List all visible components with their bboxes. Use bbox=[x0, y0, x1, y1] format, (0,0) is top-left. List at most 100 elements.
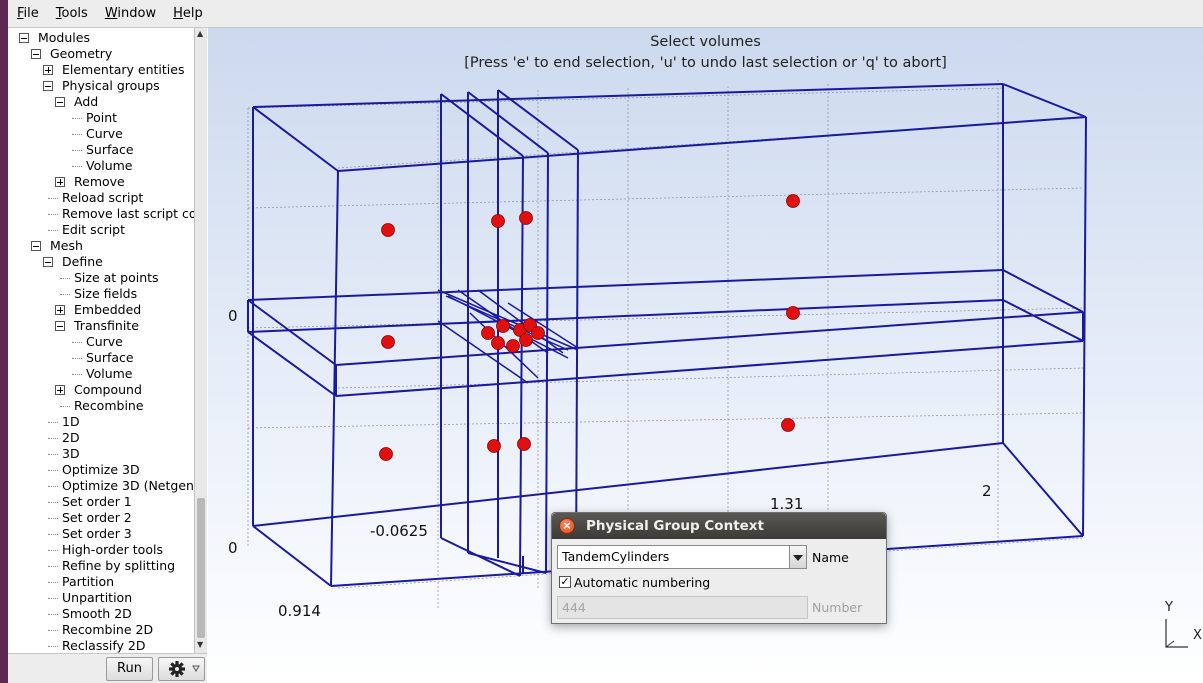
scroll-thumb[interactable] bbox=[197, 498, 205, 638]
collapse-icon[interactable] bbox=[31, 49, 41, 59]
tree-item-set-order-3[interactable]: Set order 3 bbox=[8, 526, 194, 542]
geometry-point[interactable] bbox=[519, 211, 533, 225]
tree-item-reclassify-2d[interactable]: Reclassify 2D bbox=[8, 638, 194, 653]
tree-item-surface[interactable]: Surface bbox=[8, 142, 194, 158]
geometry-point[interactable] bbox=[379, 447, 393, 461]
collapse-icon[interactable] bbox=[31, 241, 41, 251]
tree-item-physical-groups[interactable]: Physical groups bbox=[8, 78, 194, 94]
axis-label-x-mid: 1.31 bbox=[770, 495, 804, 513]
tree-item-embedded[interactable]: Embedded bbox=[8, 302, 194, 318]
expand-icon[interactable] bbox=[55, 305, 65, 315]
collapse-icon[interactable] bbox=[43, 81, 53, 91]
geometry-point[interactable] bbox=[481, 326, 495, 340]
tree-item-reload-script[interactable]: Reload script bbox=[8, 190, 194, 206]
tree-item-set-order-1[interactable]: Set order 1 bbox=[8, 494, 194, 510]
tree-item-smooth-2d[interactable]: Smooth 2D bbox=[8, 606, 194, 622]
tree-item-mesh[interactable]: Mesh bbox=[8, 238, 194, 254]
tree-item-edit-script[interactable]: Edit script bbox=[8, 222, 194, 238]
axis-label-z0: 0 bbox=[228, 307, 238, 325]
axes-indicator-icon bbox=[1165, 619, 1188, 648]
geometry-point[interactable] bbox=[487, 439, 501, 453]
tree-item-elementary-entities[interactable]: Elementary entities bbox=[8, 62, 194, 78]
expand-icon[interactable] bbox=[55, 385, 65, 395]
tree-connector bbox=[48, 198, 58, 199]
collapse-icon[interactable] bbox=[43, 257, 53, 267]
name-label: Name bbox=[812, 550, 849, 565]
grid-line bbox=[337, 367, 1084, 389]
tree-item-partition[interactable]: Partition bbox=[8, 574, 194, 590]
tree-item-optimize-3d[interactable]: Optimize 3D bbox=[8, 462, 194, 478]
tree-item-remove[interactable]: Remove bbox=[8, 174, 194, 190]
tree-item-surface[interactable]: Surface bbox=[8, 350, 194, 366]
tree-item-remove-last-script-co[interactable]: Remove last script co bbox=[8, 206, 197, 222]
desktop-edge bbox=[0, 0, 8, 683]
geometry-point[interactable] bbox=[496, 319, 510, 333]
number-input: 444 bbox=[557, 596, 808, 619]
tree-connector bbox=[72, 358, 82, 359]
scroll-down-icon[interactable]: ▼ bbox=[197, 640, 203, 649]
geometry-point[interactable] bbox=[531, 326, 545, 340]
tree-item-label: Embedded bbox=[74, 302, 142, 317]
menu-file[interactable]: File bbox=[8, 6, 47, 21]
collapse-icon[interactable] bbox=[55, 97, 65, 107]
geometry-point[interactable] bbox=[786, 194, 800, 208]
tree-item-high-order-tools[interactable]: High-order tools bbox=[8, 542, 194, 558]
tree-item-2d[interactable]: 2D bbox=[8, 430, 194, 446]
tree-item-size-fields[interactable]: Size fields bbox=[8, 286, 194, 302]
expand-icon[interactable] bbox=[43, 65, 53, 75]
geometry-point[interactable] bbox=[519, 333, 533, 347]
tree-item-point[interactable]: Point bbox=[8, 110, 194, 126]
tree-item-3d[interactable]: 3D bbox=[8, 446, 194, 462]
options-menu-button[interactable] bbox=[158, 657, 205, 681]
tree-item-volume[interactable]: Volume bbox=[8, 366, 194, 382]
geometry-point[interactable] bbox=[491, 214, 505, 228]
scroll-up-icon[interactable]: ▲ bbox=[197, 29, 203, 38]
name-dropdown-button[interactable] bbox=[789, 545, 807, 569]
tree-item-set-order-2[interactable]: Set order 2 bbox=[8, 510, 194, 526]
tree-scrollbar[interactable]: ▲ ▼ bbox=[194, 28, 207, 653]
tree-connector bbox=[48, 454, 58, 455]
tree-item-unpartition[interactable]: Unpartition bbox=[8, 590, 194, 606]
tree-item-geometry[interactable]: Geometry bbox=[8, 46, 194, 62]
geometry-point[interactable] bbox=[381, 223, 395, 237]
tree-item-refine-by-splitting[interactable]: Refine by splitting bbox=[8, 558, 194, 574]
tree-item-compound[interactable]: Compound bbox=[8, 382, 194, 398]
tree-item-optimize-3d-netgen[interactable]: Optimize 3D (Netgen bbox=[8, 478, 194, 494]
automatic-numbering-label[interactable]: Automatic numbering bbox=[574, 575, 710, 590]
tree-item-define[interactable]: Define bbox=[8, 254, 194, 270]
geometry-edge bbox=[247, 269, 1004, 301]
tree-item-label: 3D bbox=[62, 446, 80, 461]
tree-item-recombine[interactable]: Recombine bbox=[8, 398, 194, 414]
tree-item-curve[interactable]: Curve bbox=[8, 126, 194, 142]
geometry-point[interactable] bbox=[786, 306, 800, 320]
run-button[interactable]: Run bbox=[106, 657, 153, 681]
tree-item-recombine-2d[interactable]: Recombine 2D bbox=[8, 622, 194, 638]
tree-item-label: Modules bbox=[38, 30, 90, 45]
tree-item-size-at-points[interactable]: Size at points bbox=[8, 270, 194, 286]
dialog-titlebar[interactable]: × Physical Group Context bbox=[552, 513, 886, 539]
automatic-numbering-checkbox[interactable]: ✓ bbox=[559, 576, 571, 588]
geometry-point[interactable] bbox=[381, 335, 395, 349]
close-icon[interactable]: × bbox=[559, 518, 575, 534]
tree-connector bbox=[72, 150, 82, 151]
menu-tools[interactable]: Tools bbox=[47, 6, 96, 21]
name-input[interactable]: TandemCylinders bbox=[557, 545, 791, 569]
tree-item-1d[interactable]: 1D bbox=[8, 414, 194, 430]
geometry-point[interactable] bbox=[506, 339, 520, 353]
tree-item-add[interactable]: Add bbox=[8, 94, 194, 110]
tree-item-volume[interactable]: Volume bbox=[8, 158, 194, 174]
collapse-icon[interactable] bbox=[55, 321, 65, 331]
geometry-point[interactable] bbox=[781, 418, 795, 432]
geometry-edge bbox=[252, 83, 1004, 108]
tree-connector bbox=[60, 278, 70, 279]
geometry-point[interactable] bbox=[491, 336, 505, 350]
tree-connector bbox=[72, 374, 82, 375]
menu-window[interactable]: Window bbox=[96, 6, 164, 21]
collapse-icon[interactable] bbox=[19, 33, 29, 43]
menu-help[interactable]: Help bbox=[164, 6, 211, 21]
tree-item-transfinite[interactable]: Transfinite bbox=[8, 318, 194, 334]
tree-item-modules[interactable]: Modules bbox=[8, 30, 194, 46]
geometry-point[interactable] bbox=[517, 437, 531, 451]
expand-icon[interactable] bbox=[55, 177, 65, 187]
tree-item-curve[interactable]: Curve bbox=[8, 334, 194, 350]
